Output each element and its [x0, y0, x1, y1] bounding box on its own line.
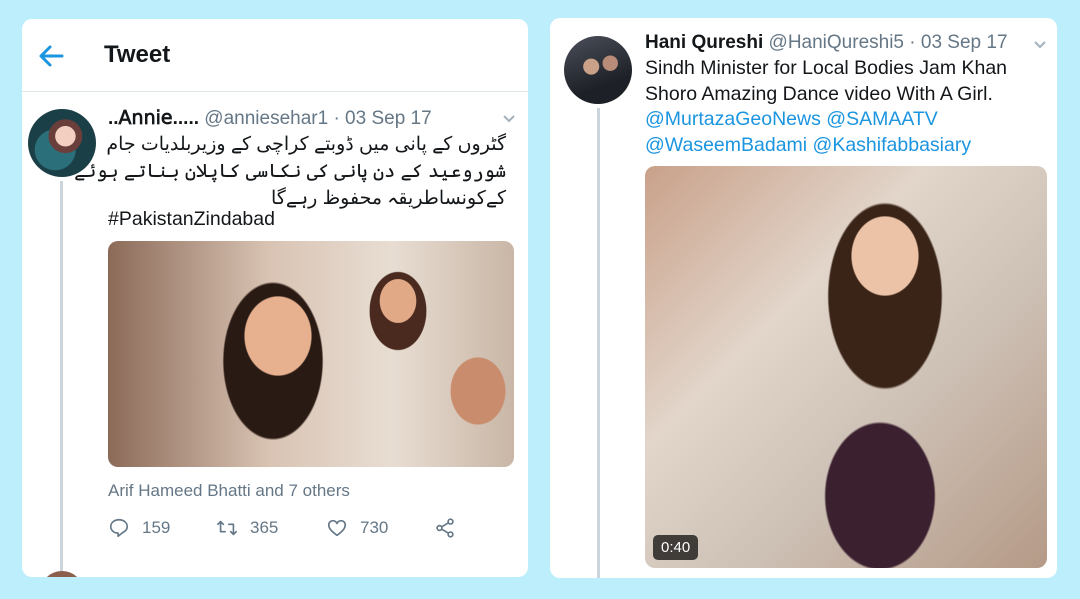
- tweet-date[interactable]: · 03 Sep 17: [333, 108, 431, 129]
- mention-links[interactable]: @WaseemBadami @Kashifabbasiary: [645, 133, 1007, 159]
- tweet-meta: Hani Qureshi @HaniQureshi5 · 03 Sep 17: [645, 32, 1008, 54]
- share-action[interactable]: [434, 517, 468, 539]
- retweet-action[interactable]: 365: [216, 517, 278, 539]
- author-handle[interactable]: @anniesehar1: [204, 108, 328, 129]
- author-name[interactable]: Hani Qureshi: [645, 32, 763, 53]
- tweet-meta: ..𝖠𝗇𝗇𝗂𝖾..... @anniesehar1 · 03 Sep 17: [108, 107, 432, 130]
- avatar[interactable]: [40, 571, 84, 577]
- tweet-text-line: Sindh Minister for Local Bodies Jam Khan: [645, 57, 1008, 79]
- page-title: Tweet: [104, 41, 171, 68]
- tweet-text-line: Shoro Amazing Dance video With A Girl.: [645, 82, 993, 105]
- reply-icon: [109, 518, 129, 538]
- share-icon: [436, 518, 454, 538]
- back-arrow-icon[interactable]: [36, 41, 66, 71]
- mention-links[interactable]: @MurtazaGeoNews @SAMAATV: [645, 107, 1007, 133]
- tweet-header: Tweet: [22, 19, 528, 92]
- liked-by-text[interactable]: Arif Hameed Bhatti and 7 others: [108, 481, 350, 501]
- video-duration: 0:40: [653, 535, 699, 560]
- retweet-count: 365: [250, 518, 279, 537]
- chevron-down-icon[interactable]: [1033, 40, 1047, 50]
- hashtag-link[interactable]: #PakistanZindabad: [108, 207, 275, 233]
- tweet-video[interactable]: 0:40: [645, 166, 1047, 568]
- chevron-down-icon[interactable]: [502, 114, 516, 124]
- thread-line: [597, 108, 600, 578]
- tweet-date[interactable]: · 03 Sep 17: [909, 32, 1007, 53]
- like-icon: [327, 519, 347, 537]
- tweet-photo[interactable]: [108, 241, 514, 467]
- tweet-text-line: گٹروں کے پانی میں ڈوبتے کراچی کے وزیربلد…: [106, 134, 506, 155]
- left-tweet-panel: Tweet ..𝖠𝗇𝗇𝗂𝖾..... @anniesehar1 · 03 Sep…: [22, 19, 528, 577]
- reply-action[interactable]: 159: [108, 517, 170, 539]
- author-handle[interactable]: @HaniQureshi5: [769, 32, 904, 53]
- thread-line: [60, 181, 63, 577]
- retweet-icon: [217, 520, 237, 536]
- avatar[interactable]: [564, 36, 632, 104]
- tweet-text: Sindh Minister for Local Bodies Jam Khan…: [645, 56, 1007, 158]
- tweet-text-line: شوروعید کے دن پانی کی نکاسی کاپلان بناتے…: [74, 161, 506, 182]
- author-name[interactable]: ..𝖠𝗇𝗇𝗂𝖾.....: [108, 108, 199, 129]
- tweet-text: گٹروں کے پانی میں ڈوبتے کراچی کے وزیربلد…: [74, 131, 506, 212]
- like-action[interactable]: 730: [326, 517, 388, 539]
- reply-count: 159: [142, 518, 171, 537]
- right-tweet-panel: Hani Qureshi @HaniQureshi5 · 03 Sep 17 S…: [550, 18, 1057, 578]
- like-count: 730: [360, 518, 389, 537]
